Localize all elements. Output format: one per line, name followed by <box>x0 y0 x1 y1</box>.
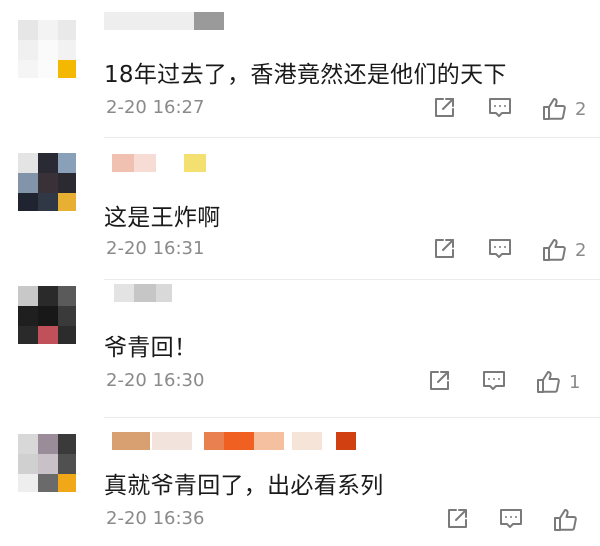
thumbs-up-icon <box>543 98 566 120</box>
share-button[interactable] <box>427 369 451 393</box>
comment-item: 这是王炸啊 2-20 16:31 2 <box>0 140 600 280</box>
comment-text: 爷青回！ <box>104 335 198 361</box>
reply-button[interactable] <box>487 237 513 261</box>
avatar[interactable] <box>18 153 76 211</box>
comment-icon <box>489 98 511 117</box>
comment-icon <box>500 509 522 528</box>
thumbs-up-icon <box>543 239 566 261</box>
like-button[interactable] <box>552 507 586 533</box>
comment-text: 真就爷青回了，出必看系列 <box>104 473 384 499</box>
share-icon <box>435 98 454 117</box>
reply-button[interactable] <box>487 96 513 120</box>
like-button[interactable]: 2 <box>541 96 586 122</box>
username[interactable] <box>104 432 364 452</box>
comment-item: 爷青回！ 2-20 16:30 1 <box>0 280 600 420</box>
username[interactable] <box>104 12 234 32</box>
avatar[interactable] <box>18 20 76 78</box>
username[interactable] <box>104 284 204 304</box>
like-button[interactable]: 2 <box>541 237 586 263</box>
avatar[interactable] <box>18 434 76 492</box>
thumbs-up-icon <box>554 509 577 531</box>
comment-text: 18年过去了，香港竟然还是他们的天下 <box>104 62 507 88</box>
comment-icon <box>489 239 511 258</box>
reply-button[interactable] <box>481 369 507 393</box>
thumbs-up-icon <box>537 371 560 393</box>
share-button[interactable] <box>445 507 469 531</box>
divider <box>104 137 600 138</box>
timestamp: 2-20 16:36 <box>106 508 205 529</box>
divider <box>104 417 600 418</box>
like-count: 2 <box>575 239 587 261</box>
share-button[interactable] <box>432 96 456 120</box>
reply-button[interactable] <box>498 507 524 531</box>
timestamp: 2-20 16:30 <box>106 370 205 391</box>
share-icon <box>448 509 467 528</box>
share-icon <box>435 239 454 258</box>
comment-item: 真就爷青回了，出必看系列 2-20 16:36 <box>0 420 600 546</box>
like-count: 2 <box>575 98 587 120</box>
comment-icon <box>483 371 505 390</box>
comment-text: 这是王炸啊 <box>104 205 221 231</box>
share-button[interactable] <box>432 237 456 261</box>
timestamp: 2-20 16:27 <box>106 97 205 118</box>
share-icon <box>430 371 449 390</box>
like-button[interactable]: 1 <box>535 369 580 395</box>
username[interactable] <box>104 154 214 174</box>
like-count: 1 <box>569 371 581 393</box>
comment-item: 18年过去了，香港竟然还是他们的天下 2-20 16:27 2 <box>0 0 600 140</box>
timestamp: 2-20 16:31 <box>106 238 205 259</box>
avatar[interactable] <box>18 286 76 344</box>
